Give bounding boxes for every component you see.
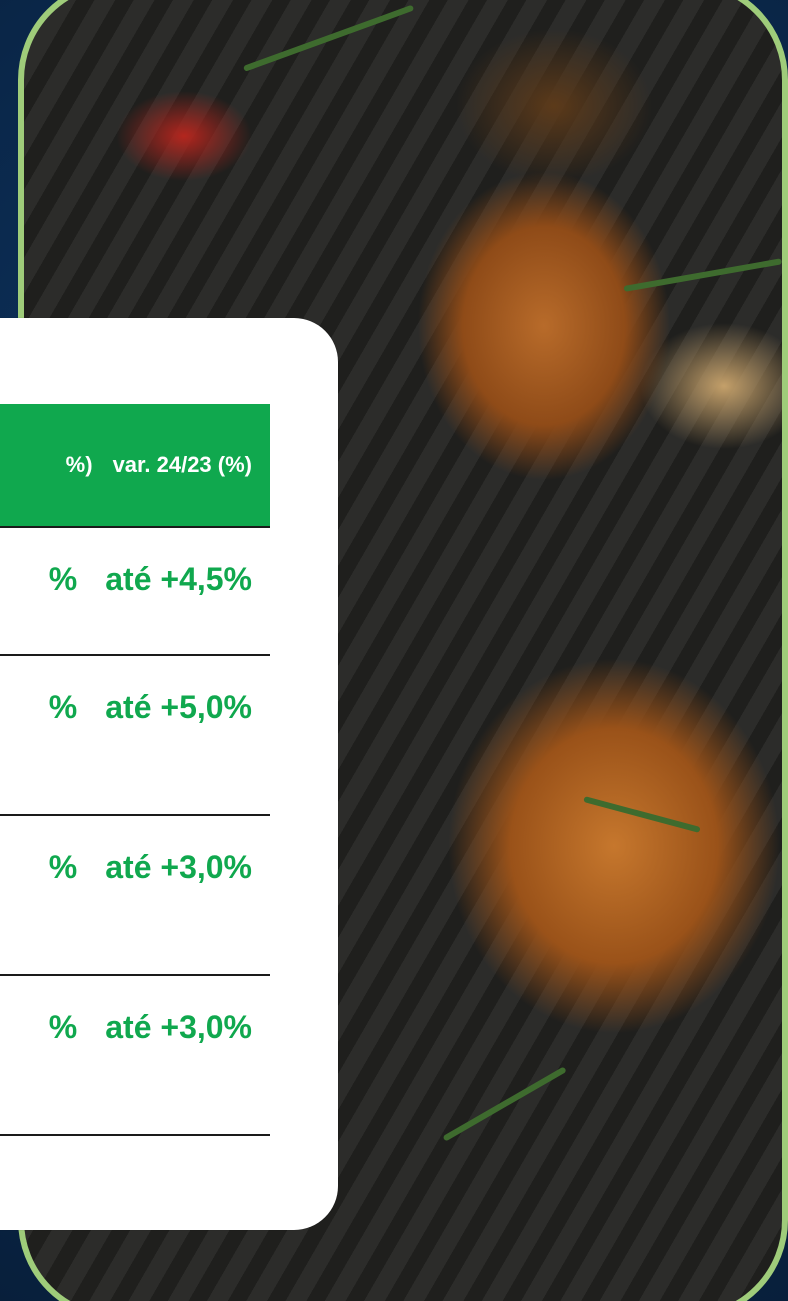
table-row: % até +3,0%: [0, 976, 270, 1136]
price-forecast-card: %) var. 24/23 (%) % até +4,5% % até +5,0…: [0, 318, 338, 1230]
parsley-decoration: [442, 1066, 567, 1142]
table-body: % até +4,5% % até +5,0% % até +3,0% % at…: [0, 528, 270, 1136]
cell-previous: %: [48, 848, 78, 885]
parsley-decoration: [623, 258, 782, 292]
cell-previous: %: [48, 560, 78, 597]
cell-variation: até +4,5%: [105, 560, 252, 597]
table-row: % até +3,0%: [0, 816, 270, 976]
cell-variation: até +5,0%: [105, 688, 252, 725]
table-row: % até +4,5%: [0, 528, 270, 656]
cell-previous: %: [48, 1008, 78, 1045]
page: %) var. 24/23 (%) % até +4,5% % até +5,0…: [0, 0, 788, 1301]
cell-variation: até +3,0%: [105, 1008, 252, 1045]
cell-variation: até +3,0%: [105, 848, 252, 885]
header-col-previous: %): [65, 452, 93, 477]
table-header: %) var. 24/23 (%): [0, 404, 270, 528]
rosemary-decoration: [583, 796, 701, 833]
rosemary-decoration: [242, 4, 415, 72]
header-col-variation: var. 24/23 (%): [112, 452, 252, 477]
table-row: % até +5,0%: [0, 656, 270, 816]
cell-previous: %: [48, 688, 78, 725]
